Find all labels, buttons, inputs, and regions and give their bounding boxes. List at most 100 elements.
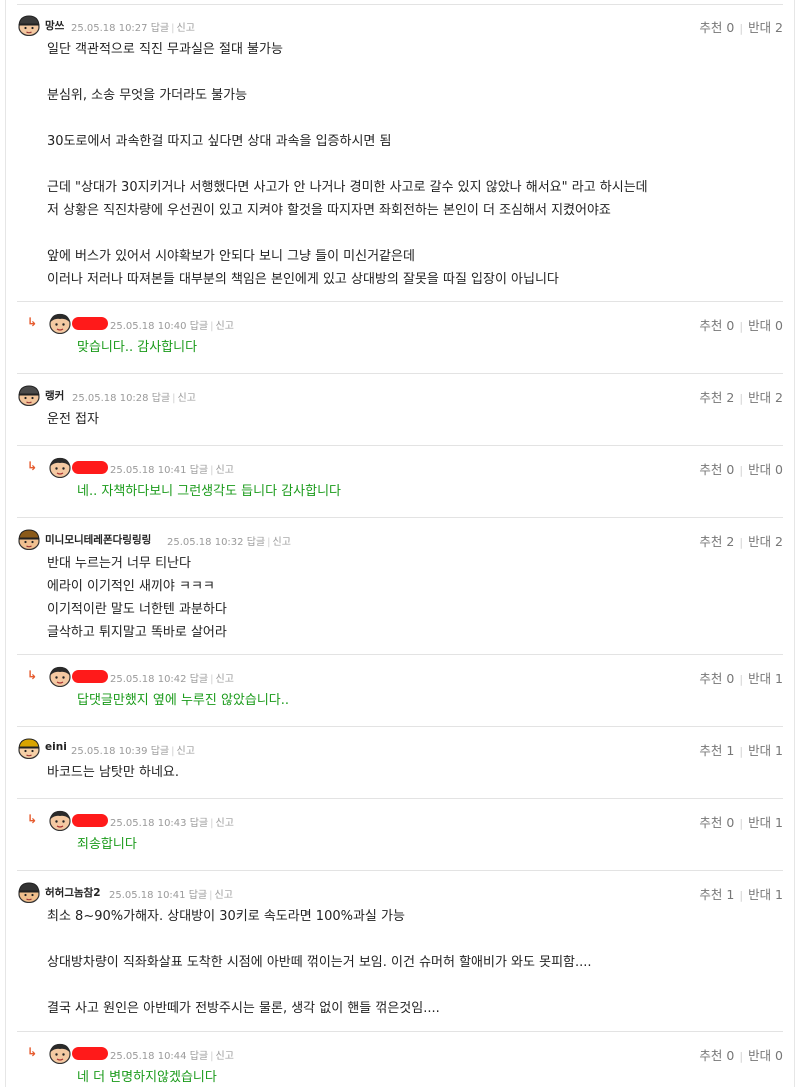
avatar[interactable] xyxy=(48,1042,72,1064)
downvote-button[interactable]: 반대 2 xyxy=(748,390,783,405)
comment-author[interactable]: 망쓰 xyxy=(45,18,64,33)
downvote-button[interactable]: 반대 1 xyxy=(748,743,783,758)
meta-separator: | xyxy=(210,818,214,829)
avatar[interactable] xyxy=(48,456,72,478)
avatar[interactable] xyxy=(48,312,72,334)
upvote-button[interactable]: 추천 0 xyxy=(699,20,734,35)
downvote-button[interactable]: 반대 0 xyxy=(748,462,783,477)
comment-meta: 25.05.18 10:32 답글 | 신고 xyxy=(167,533,291,548)
divider xyxy=(17,870,783,871)
avatar[interactable] xyxy=(48,809,72,831)
reply-text: 네.. 자책하다보니 그런생각도 듭니다 감사합니다 xyxy=(77,484,341,499)
comment-meta: 25.05.18 10:27 답글 | 신고 xyxy=(71,19,195,34)
reply-arrow-icon: ↳ xyxy=(27,812,38,826)
vote-separator: | xyxy=(739,22,744,35)
upvote-button[interactable]: 추천 0 xyxy=(699,462,734,477)
report-link[interactable]: 신고 xyxy=(177,746,195,757)
avatar[interactable] xyxy=(17,737,41,759)
avatar[interactable] xyxy=(17,14,41,36)
downvote-button[interactable]: 반대 1 xyxy=(748,815,783,830)
avatar[interactable] xyxy=(17,528,41,550)
reply-link[interactable]: 답글 xyxy=(151,746,169,757)
redacted-nickname xyxy=(72,670,108,683)
comment-author[interactable]: 랭커 xyxy=(45,388,64,403)
avatar[interactable] xyxy=(17,384,41,406)
comment-meta: 25.05.18 10:40 답글 | 신고 xyxy=(110,317,234,332)
vote-separator: | xyxy=(739,889,744,902)
downvote-button[interactable]: 반대 1 xyxy=(748,887,783,902)
comment-meta: 25.05.18 10:28 답글 | 신고 xyxy=(72,389,196,404)
comment-author[interactable]: 미니모니테레폰다링링링 xyxy=(45,532,151,547)
downvote-button[interactable]: 반대 2 xyxy=(748,20,783,35)
downvote-button[interactable]: 반대 0 xyxy=(748,318,783,333)
reply-arrow-icon: ↳ xyxy=(27,459,38,473)
comment-line: 결국 사고 원인은 아반떼가 전방주시는 물론, 생각 없이 핸들 꺾은것임..… xyxy=(47,1001,440,1016)
report-link[interactable]: 신고 xyxy=(216,321,234,332)
comment-time: 25.05.18 10:39 xyxy=(71,746,148,757)
reply-arrow-icon: ↳ xyxy=(27,668,38,682)
upvote-button[interactable]: 추천 1 xyxy=(699,887,734,902)
upvote-button[interactable]: 추천 1 xyxy=(699,743,734,758)
reply-arrow-icon: ↳ xyxy=(27,315,38,329)
comment-author[interactable]: 허허그놈참2 xyxy=(45,885,101,900)
comment-line: 반대 누르는거 너무 티난다 xyxy=(47,556,191,571)
reply-link[interactable]: 답글 xyxy=(189,890,207,901)
reply-link[interactable]: 답글 xyxy=(190,465,208,476)
upvote-button[interactable]: 추천 0 xyxy=(699,318,734,333)
report-link[interactable]: 신고 xyxy=(273,537,291,548)
comment-author[interactable]: eini xyxy=(45,741,67,753)
divider xyxy=(17,301,783,302)
comment-time: 25.05.18 10:41 xyxy=(109,890,186,901)
comment-meta: 25.05.18 10:44 답글 | 신고 xyxy=(110,1047,234,1062)
comment-line xyxy=(47,107,648,130)
avatar[interactable] xyxy=(17,881,41,903)
comment-header: 망쓰 25.05.18 10:27 답글 | 신고 추천 0 | 반대 2 xyxy=(17,14,783,38)
downvote-button[interactable]: 반대 0 xyxy=(748,1048,783,1063)
reply-link[interactable]: 답글 xyxy=(190,818,208,829)
reply-body: 네 더 변명하지않겠습니다 xyxy=(77,1066,217,1087)
divider xyxy=(17,798,783,799)
comment-body: 반대 누르는거 너무 티난다 에라이 이기적인 새끼야 ㅋㅋㅋ 이기적이란 말도 너… xyxy=(47,552,227,644)
comment-body: 최소 8~90%가해자. 상대방이 30키로 속도라면 100%과실 가능 상대방… xyxy=(47,905,592,1020)
comment-line xyxy=(47,153,648,176)
upvote-button[interactable]: 추천 0 xyxy=(699,671,734,686)
report-link[interactable]: 신고 xyxy=(216,674,234,685)
vote-controls: 추천 1 | 반대 1 xyxy=(699,884,783,903)
downvote-button[interactable]: 반대 2 xyxy=(748,534,783,549)
comment-line: 30도로에서 과속한걸 따지고 싶다면 상대 과속을 입증하시면 됨 xyxy=(47,134,392,149)
comment-body: 운전 접자 xyxy=(47,408,99,431)
upvote-button[interactable]: 추천 0 xyxy=(699,815,734,830)
avatar[interactable] xyxy=(48,665,72,687)
reply-link[interactable]: 답글 xyxy=(151,23,169,34)
reply-link[interactable]: 답글 xyxy=(190,674,208,685)
report-link[interactable]: 신고 xyxy=(216,1051,234,1062)
meta-separator: | xyxy=(210,465,214,476)
reply-link[interactable]: 답글 xyxy=(190,321,208,332)
vote-controls: 추천 2 | 반대 2 xyxy=(699,387,783,406)
vote-controls: 추천 0 | 반대 2 xyxy=(699,17,783,36)
comment-line: 이러나 저러나 따져본들 대부분의 책임은 본인에게 있고 상대방의 잘못을 따… xyxy=(47,272,559,287)
divider xyxy=(17,4,783,5)
reply-link[interactable]: 답글 xyxy=(247,537,265,548)
report-link[interactable]: 신고 xyxy=(216,818,234,829)
divider xyxy=(17,373,783,374)
report-link[interactable]: 신고 xyxy=(216,465,234,476)
reply-link[interactable]: 답글 xyxy=(152,393,170,404)
downvote-button[interactable]: 반대 1 xyxy=(748,671,783,686)
reply-text: 답댓글만했지 옆에 누루진 않았습니다.. xyxy=(77,693,290,708)
divider xyxy=(17,654,783,655)
upvote-button[interactable]: 추천 2 xyxy=(699,390,734,405)
comment-time: 25.05.18 10:32 xyxy=(167,537,244,548)
redacted-nickname xyxy=(72,1047,108,1060)
comment-line: 에라이 이기적인 새끼야 ㅋㅋㅋ xyxy=(47,579,215,594)
report-link[interactable]: 신고 xyxy=(178,393,196,404)
reply-link[interactable]: 답글 xyxy=(190,1051,208,1062)
vote-separator: | xyxy=(739,817,744,830)
report-link[interactable]: 신고 xyxy=(177,23,195,34)
comment-meta: 25.05.18 10:39 답글 | 신고 xyxy=(71,742,195,757)
upvote-button[interactable]: 추천 0 xyxy=(699,1048,734,1063)
report-link[interactable]: 신고 xyxy=(215,890,233,901)
upvote-button[interactable]: 추천 2 xyxy=(699,534,734,549)
divider xyxy=(17,517,783,518)
meta-separator: | xyxy=(172,393,176,404)
